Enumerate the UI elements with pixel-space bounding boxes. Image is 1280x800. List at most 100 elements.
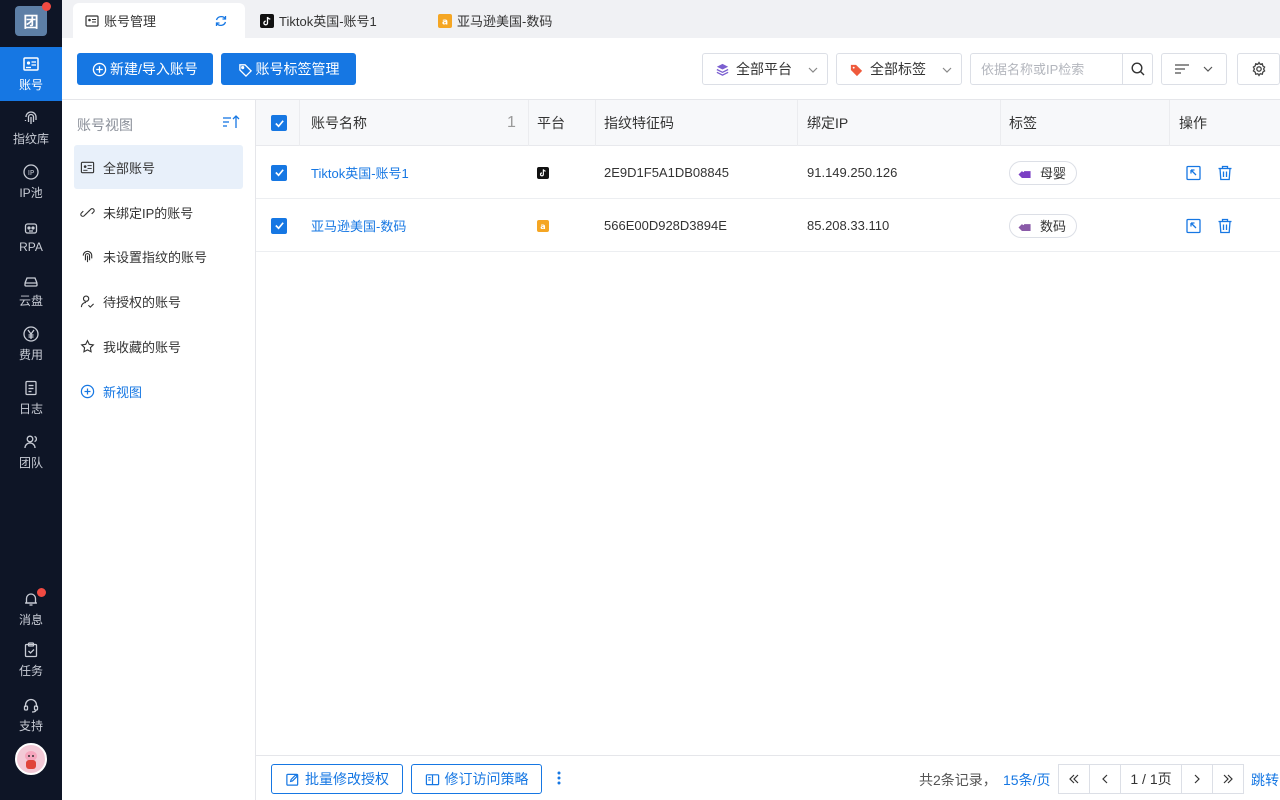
page-size-select[interactable]: 15条/页 (1003, 770, 1050, 790)
row-checkbox[interactable] (271, 199, 287, 252)
view-item-unbound-ip[interactable]: 未绑定IP的账号 (74, 190, 243, 234)
tag-chip[interactable]: 数码 (1009, 213, 1078, 238)
chevron-left-icon (1102, 774, 1108, 784)
fingerprint-cell: 566E00D928D3894E (604, 218, 727, 233)
tag-cell: 母婴 (1009, 146, 1078, 199)
batch-modify-auth-button[interactable]: 批量修改授权 (271, 764, 403, 794)
row-checkbox[interactable] (271, 146, 287, 199)
sort-dropdown-button[interactable] (1161, 53, 1227, 85)
nav-label: 云盘 (18, 294, 43, 308)
column-header-platform[interactable]: 平台 (537, 100, 565, 146)
nav-item-account[interactable]: 账号 (0, 47, 62, 101)
svg-text:IP: IP (28, 169, 34, 177)
views-title: 账号视图 (77, 117, 133, 133)
tag-cell: 数码 (1009, 199, 1078, 252)
search-button[interactable] (1122, 54, 1152, 84)
chevron-right-icon (1194, 774, 1200, 784)
accounts-table: 账号名称 1 平台 指纹特征码 绑定IP 标签 操作 Tiktok英国-账号1 … (256, 100, 1280, 755)
account-views-panel: 账号视图 全部账号 未绑定IP的账号 未设置指纹的账号 待授权的账号 我收藏的账… (62, 100, 256, 800)
more-vertical-icon[interactable] (554, 769, 564, 787)
app-logo[interactable]: 团 (15, 2, 51, 36)
account-name-link[interactable]: Tiktok英国-账号1 (311, 146, 409, 199)
nav-label: 消息 (18, 613, 43, 627)
column-header-bound-ip[interactable]: 绑定IP (807, 100, 848, 146)
first-page-button[interactable] (1058, 764, 1090, 794)
settings-button[interactable] (1237, 53, 1280, 85)
column-header-tag[interactable]: 标签 (1009, 100, 1037, 146)
checkbox (271, 164, 287, 181)
user-avatar[interactable] (15, 743, 47, 775)
nav-item-team[interactable]: 团队 (0, 425, 62, 479)
table-row: 亚马逊美国-数码 a 566E00D928D3894E 85.208.33.11… (256, 199, 1280, 252)
messages-notification-dot (37, 588, 46, 597)
column-header-fingerprint[interactable]: 指纹特征码 (604, 100, 674, 146)
search-icon (1130, 62, 1144, 76)
checkbox (271, 115, 287, 131)
nav-item-support[interactable]: 支持 (0, 688, 62, 742)
check-icon (274, 119, 284, 127)
account-card-icon (85, 14, 99, 27)
select-value: 全部标签 (870, 61, 926, 77)
button-label: 账号标签管理 (255, 61, 340, 77)
main-nav: 团 账号 指纹库 IP IP池 RPA 云盘 费用 日志 团队 消息 任务 支持 (0, 0, 62, 800)
headset-icon (23, 698, 39, 713)
platform-select[interactable]: 全部平台 (702, 53, 828, 85)
view-item-no-fingerprint[interactable]: 未设置指纹的账号 (74, 234, 243, 278)
avatar-image-icon (25, 751, 37, 769)
tab-amazon-us[interactable]: a 亚马逊美国-数码 (426, 3, 596, 38)
nav-item-rpa[interactable]: RPA (0, 209, 62, 263)
nav-item-fingerprint[interactable]: 指纹库 (0, 101, 62, 155)
account-card-icon (23, 57, 39, 71)
next-page-button[interactable] (1181, 764, 1213, 794)
nav-item-ip-pool[interactable]: IP IP池 (0, 155, 62, 209)
prev-page-button[interactable] (1089, 764, 1121, 794)
select-value: 全部平台 (736, 61, 792, 77)
nav-item-tasks[interactable]: 任务 (0, 633, 62, 687)
new-view-button[interactable]: 新视图 (74, 369, 243, 413)
table-row: Tiktok英国-账号1 2E9D1F5A1DB08845 91.149.250… (256, 146, 1280, 199)
nav-label: 费用 (18, 348, 43, 362)
open-account-button[interactable] (1185, 199, 1203, 252)
book-icon (425, 773, 439, 785)
jump-page-button[interactable]: 跳转 (1251, 770, 1279, 790)
new-import-account-button[interactable]: 新建/导入账号 (77, 53, 213, 85)
task-icon (24, 642, 38, 658)
view-item-all-accounts[interactable]: 全部账号 (74, 145, 243, 189)
logo-text: 团 (23, 13, 39, 31)
view-item-pending-auth[interactable]: 待授权的账号 (74, 279, 243, 323)
plus-circle-icon (92, 62, 107, 76)
last-page-button[interactable] (1212, 764, 1244, 794)
button-label: 批量修改授权 (305, 771, 389, 787)
account-tag-manage-button[interactable]: 账号标签管理 (221, 53, 356, 85)
sort-order-icon[interactable] (222, 114, 240, 130)
fingerprint-icon (24, 111, 37, 124)
delete-account-button[interactable] (1216, 146, 1234, 199)
tag-chip[interactable]: 母婴 (1009, 160, 1078, 185)
search-input[interactable] (971, 54, 1121, 84)
revise-access-policy-button[interactable]: 修订访问策略 (411, 764, 542, 794)
delete-account-button[interactable] (1216, 199, 1234, 252)
fingerprint-icon (82, 250, 93, 262)
nav-label: 任务 (18, 664, 43, 678)
double-chevron-right-icon (1223, 774, 1233, 784)
unlink-icon (80, 207, 95, 217)
view-item-favorites[interactable]: 我收藏的账号 (74, 324, 243, 368)
open-account-button[interactable] (1185, 146, 1203, 199)
select-all-checkbox[interactable] (271, 100, 287, 146)
refresh-icon[interactable] (214, 14, 228, 28)
nav-item-fees[interactable]: 费用 (0, 317, 62, 371)
nav-item-cloud-drive[interactable]: 云盘 (0, 263, 62, 317)
tiktok-icon (537, 166, 549, 179)
double-chevron-left-icon (1069, 774, 1079, 784)
nav-item-messages[interactable]: 消息 (0, 582, 62, 636)
trash-icon (1218, 218, 1232, 233)
view-item-label: 未绑定IP的账号 (103, 205, 194, 221)
account-name-link[interactable]: 亚马逊美国-数码 (311, 199, 406, 252)
tab-account-management[interactable]: 账号管理 (73, 3, 245, 38)
column-header-operations: 操作 (1179, 115, 1207, 131)
column-header-account-name[interactable]: 账号名称 (311, 100, 367, 146)
nav-item-log[interactable]: 日志 (0, 371, 62, 425)
tab-tiktok-uk[interactable]: Tiktok英国-账号1 (248, 3, 418, 38)
table-header: 账号名称 1 平台 指纹特征码 绑定IP 标签 操作 (256, 100, 1280, 146)
tag-select[interactable]: 全部标签 (836, 53, 962, 85)
